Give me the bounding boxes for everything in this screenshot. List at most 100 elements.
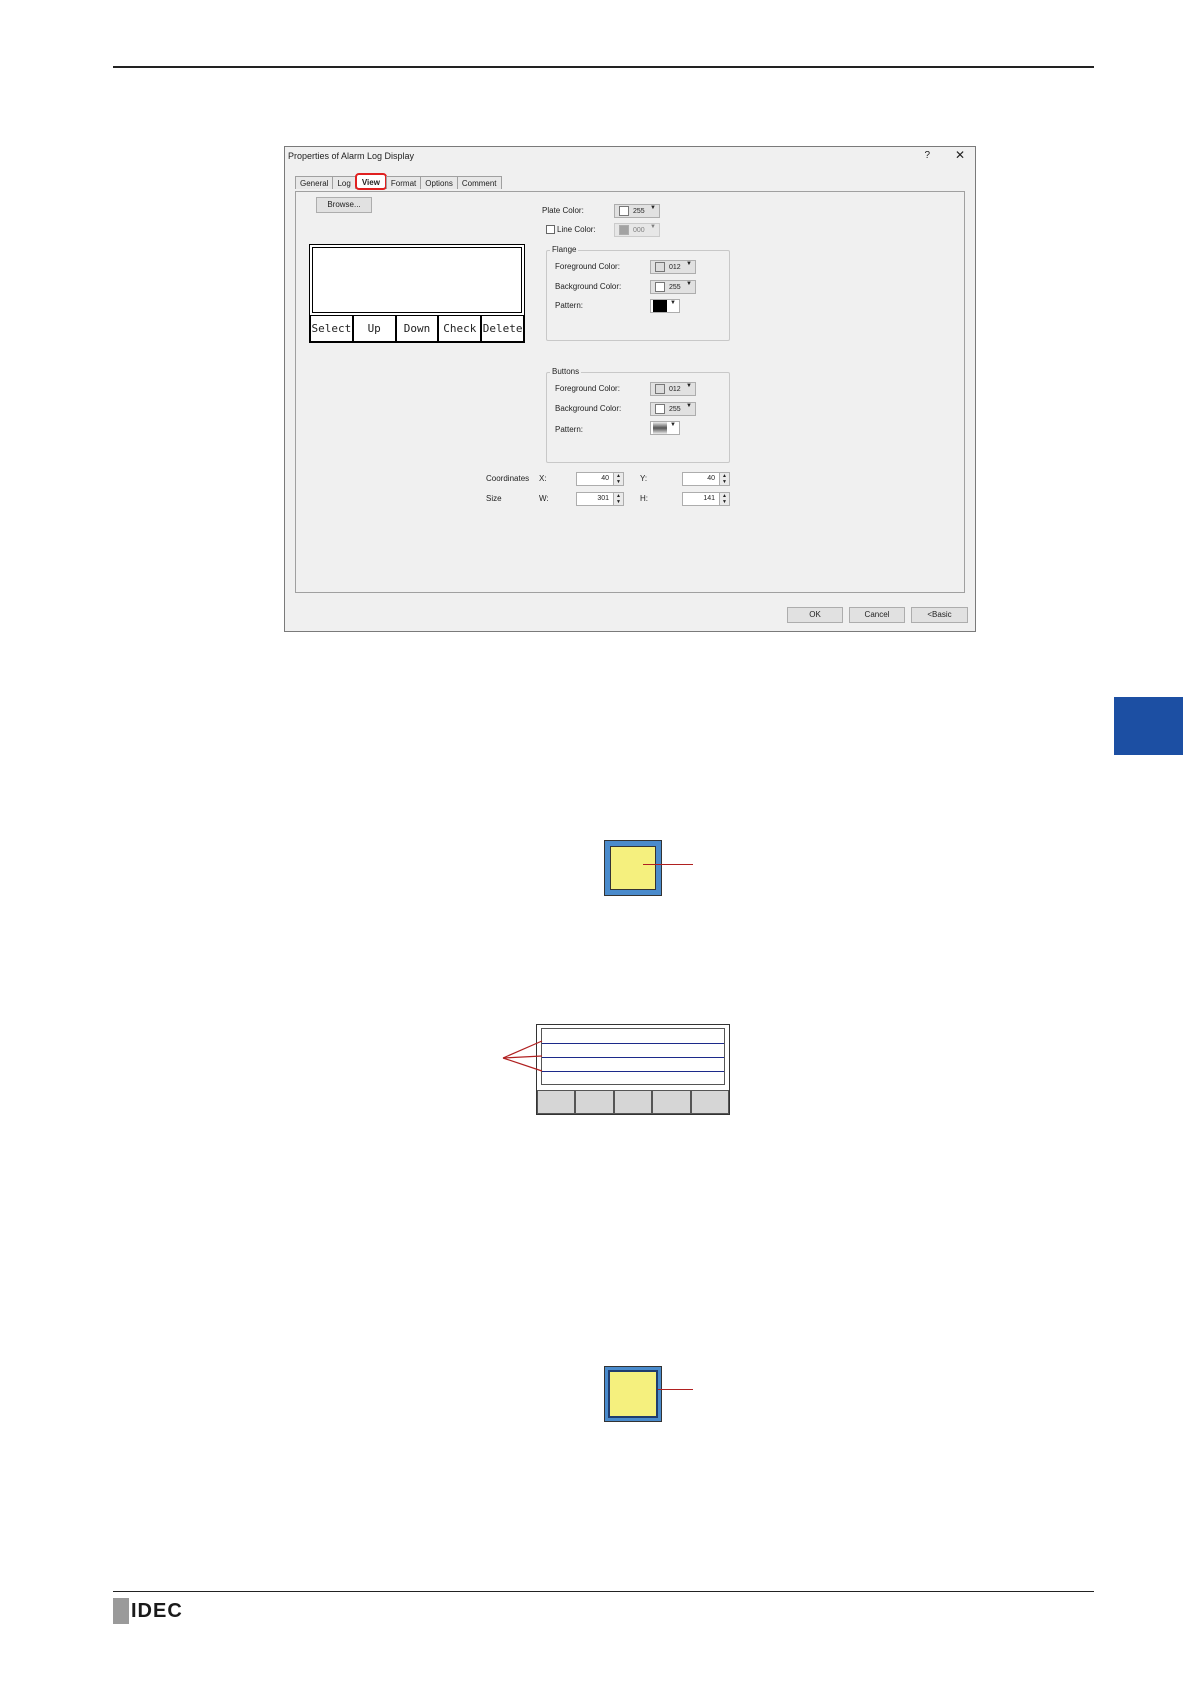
illustration-button <box>537 1090 576 1114</box>
x-spinner[interactable]: 40 ▲ ▼ <box>576 472 624 486</box>
chevron-down-icon: ▼ <box>650 224 656 230</box>
flange-bg-label: Background Color: <box>555 282 622 291</box>
w-spinner[interactable]: 301 ▲ ▼ <box>576 492 624 506</box>
chevron-down-icon: ▼ <box>650 205 656 211</box>
flange-title: Flange <box>550 245 579 254</box>
preview-list-area <box>312 247 522 313</box>
flange-bg-select[interactable]: 255 ▼ <box>650 280 696 294</box>
illustration-button <box>690 1090 730 1114</box>
preview-button-row: Select Up Down Check Delete <box>310 315 524 342</box>
size-label: Size <box>486 494 502 503</box>
flange-fg-select[interactable]: 012 ▼ <box>650 260 696 274</box>
plate-color-select[interactable]: 255 ▼ <box>614 204 660 218</box>
cancel-button[interactable]: Cancel <box>849 607 905 623</box>
list-line <box>542 1057 724 1058</box>
h-spinner[interactable]: 141 ▲ ▼ <box>682 492 730 506</box>
w-label: W: <box>539 494 549 503</box>
list-line <box>542 1043 724 1044</box>
tab-bar: General Log View Format Options Comment <box>295 173 502 190</box>
tab-format[interactable]: Format <box>385 176 422 189</box>
tab-comment[interactable]: Comment <box>456 176 502 189</box>
line-color-checkbox[interactable] <box>546 225 555 234</box>
logo-text: IDEC <box>131 1599 183 1622</box>
close-icon[interactable]: ✕ <box>955 148 965 162</box>
callout-line <box>502 1057 543 1072</box>
chevron-down-icon: ▼ <box>686 281 692 287</box>
plate-color-value: 255 <box>633 207 645 215</box>
callout-line <box>502 1055 543 1059</box>
chapter-side-tab <box>1114 697 1183 755</box>
line-color-select[interactable]: 000 ▼ <box>614 223 660 237</box>
plate-color-label: Plate Color: <box>542 206 584 215</box>
flange-bg-value: 255 <box>669 283 681 291</box>
flange-fg-label: Foreground Color: <box>555 262 620 271</box>
preview-up-button: Up <box>352 315 396 342</box>
x-value: 40 <box>601 475 609 482</box>
pattern-swatch <box>653 422 667 434</box>
h-label: H: <box>640 494 648 503</box>
callout-line <box>643 864 693 865</box>
footer-rule <box>113 1591 1094 1592</box>
tab-general[interactable]: General <box>295 176 334 189</box>
color-swatch <box>619 225 629 235</box>
buttons-fg-value: 012 <box>669 385 681 393</box>
y-spinner[interactable]: 40 ▲ ▼ <box>682 472 730 486</box>
buttons-bg-select[interactable]: 255 ▼ <box>650 402 696 416</box>
buttons-bg-value: 255 <box>669 405 681 413</box>
chevron-down-icon: ▼ <box>686 383 692 389</box>
logo-mark <box>113 1598 129 1624</box>
basic-button[interactable]: <Basic <box>911 607 968 623</box>
list-lines-callout <box>502 1040 543 1072</box>
color-swatch <box>655 282 665 292</box>
flange-pattern-select[interactable]: ▼ <box>650 299 680 313</box>
illustration-button-row <box>537 1090 730 1114</box>
illustration-button <box>652 1090 691 1114</box>
plate-area <box>608 1370 658 1418</box>
plate-area <box>610 846 656 890</box>
spin-arrows-icon[interactable]: ▲ ▼ <box>719 493 729 505</box>
alarm-log-preview: Select Up Down Check Delete <box>309 244 525 343</box>
preview-delete-button: Delete <box>481 315 524 342</box>
buttons-pattern-select[interactable]: ▼ <box>650 421 680 435</box>
buttons-bg-label: Background Color: <box>555 404 622 413</box>
tab-view[interactable]: View <box>354 173 387 190</box>
flange-fg-value: 012 <box>669 263 681 271</box>
buttons-fg-select[interactable]: 012 ▼ <box>650 382 696 396</box>
chevron-down-icon: ▼ <box>670 300 676 306</box>
spin-arrows-icon[interactable]: ▲ ▼ <box>613 493 623 505</box>
list-lines-illustration <box>536 1024 730 1115</box>
spin-arrows-icon[interactable]: ▲ ▼ <box>613 473 623 485</box>
chevron-down-icon: ▼ <box>686 261 692 267</box>
preview-down-button: Down <box>395 315 439 342</box>
line-color-label: Line Color: <box>557 225 596 234</box>
chevron-down-icon: ▼ <box>670 422 676 428</box>
color-swatch <box>655 384 665 394</box>
illustration-button <box>575 1090 614 1114</box>
buttons-pattern-label: Pattern: <box>555 425 584 434</box>
y-value: 40 <box>707 475 715 482</box>
x-label: X: <box>539 474 547 483</box>
browse-button[interactable]: Browse... <box>316 197 372 213</box>
spin-arrows-icon[interactable]: ▲ ▼ <box>719 473 729 485</box>
pattern-swatch <box>653 300 667 312</box>
callout-line <box>658 1389 693 1390</box>
color-swatch <box>619 206 629 216</box>
coordinates-label: Coordinates <box>486 474 530 483</box>
preview-select-button: Select <box>310 315 353 342</box>
chevron-down-icon: ▼ <box>686 403 692 409</box>
help-icon[interactable]: ? <box>924 150 930 161</box>
buttons-group: Buttons Foreground Color: 012 ▼ Backgrou… <box>546 367 730 463</box>
list-area <box>541 1028 725 1085</box>
line-color-value: 000 <box>633 226 645 234</box>
flange-group: Flange Foreground Color: 012 ▼ Backgroun… <box>546 245 730 341</box>
buttons-fg-label: Foreground Color: <box>555 384 620 393</box>
flange-pattern-label: Pattern: <box>555 301 584 310</box>
w-value: 301 <box>597 495 609 502</box>
callout-line <box>502 1040 543 1059</box>
tab-log[interactable]: Log <box>332 176 356 189</box>
tab-options[interactable]: Options <box>420 176 458 189</box>
plate-color-illustration <box>604 840 662 896</box>
idec-logo: IDEC <box>113 1598 183 1624</box>
ok-button[interactable]: OK <box>787 607 843 623</box>
preview-check-button: Check <box>438 315 482 342</box>
